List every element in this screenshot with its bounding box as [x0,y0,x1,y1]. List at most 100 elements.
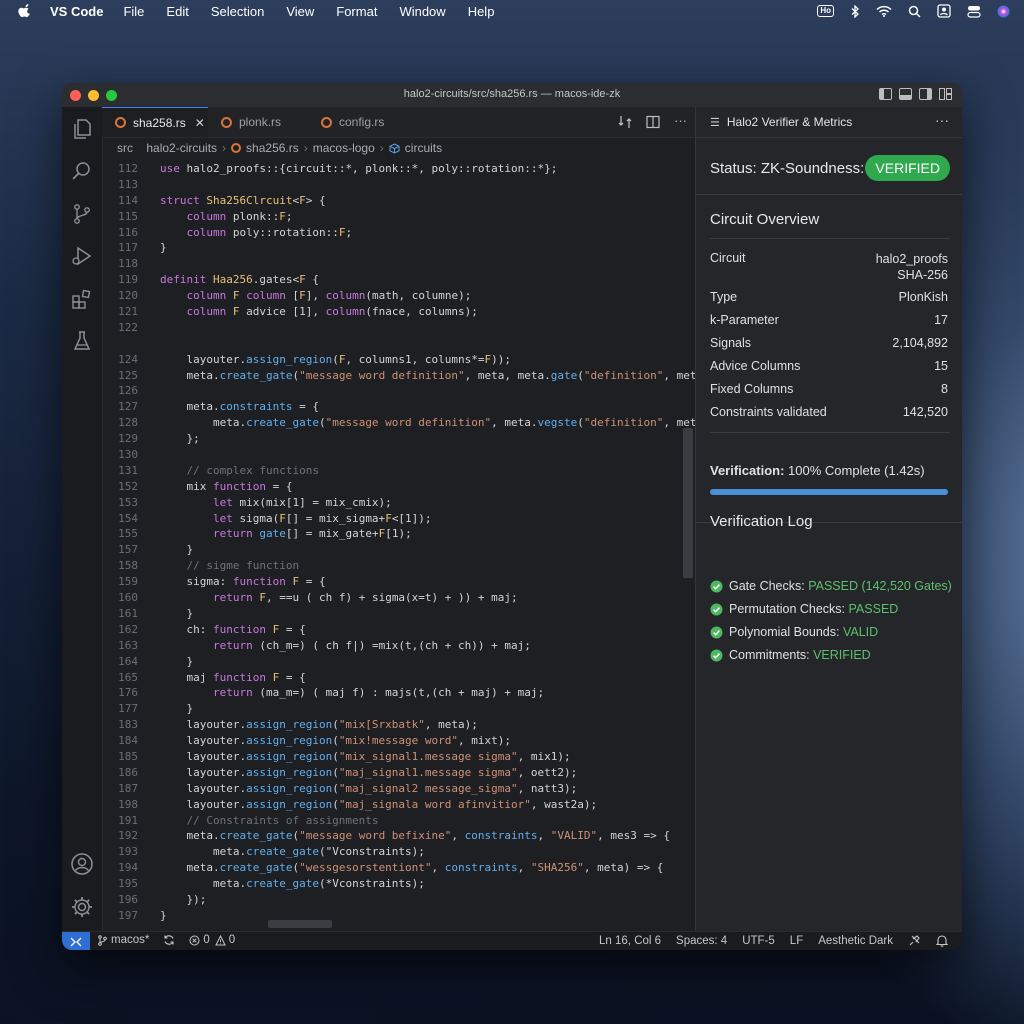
siri-icon[interactable] [997,5,1010,18]
code-line[interactable]: 164 } [102,654,695,670]
editor-horizontal-scrollbar[interactable] [268,920,332,928]
toggle-panel-icon[interactable] [899,88,912,100]
split-editor-icon[interactable] [646,115,660,129]
feedback-icon[interactable] [908,934,921,947]
code-line[interactable]: 177 } [102,701,695,717]
code-line[interactable]: 119 definit Haa256.gates<F { [102,272,695,288]
code-line[interactable]: 186 layouter.assign_region("maj_signal1.… [102,765,695,781]
notifications-bell-icon[interactable] [936,934,948,947]
code-line[interactable]: 187 layouter.assign_region("maj_signal2 … [102,781,695,797]
input-badge[interactable]: Ho [817,5,834,17]
code-line[interactable]: 192 meta.create_gate("message word befix… [102,828,695,844]
code-line[interactable] [102,336,695,352]
tab-sha258[interactable]: sha258.rs ✕ [102,107,208,137]
code-line[interactable]: 191 // Constraints of assignments [102,813,695,829]
code-line[interactable]: 121 column F advice [1], column(fnace, c… [102,304,695,320]
color-theme[interactable]: Aesthetic Dark [818,935,893,947]
menu-app-name[interactable]: VS Code [50,4,103,19]
code-line[interactable]: 113 [102,177,695,193]
menu-selection[interactable]: Selection [211,4,264,19]
testing-flask-icon[interactable] [70,329,94,353]
toggle-secondary-sidebar-icon[interactable] [919,88,932,100]
code-line[interactable]: 122 [102,320,695,336]
code-line[interactable]: 158 // sigme function [102,558,695,574]
code-line[interactable]: 165 maj function F = { [102,670,695,686]
code-line[interactable]: 157 } [102,542,695,558]
tab-plonk[interactable]: plonk.rs [208,107,308,137]
more-actions-icon[interactable]: ··· [674,114,687,129]
compare-changes-icon[interactable] [618,115,632,129]
menu-view[interactable]: View [286,4,314,19]
control-center-icon[interactable] [967,5,981,18]
apple-icon[interactable] [18,4,32,18]
menu-help[interactable]: Help [468,4,495,19]
breadcrumb-item[interactable]: halo2-circuits [146,141,217,155]
code-line[interactable]: 195 meta.create_gate(*Vconstraints); [102,876,695,892]
code-line[interactable]: 129 }; [102,431,695,447]
branch-indicator[interactable]: macos* [98,934,149,946]
panel-more-icon[interactable]: ··· [935,112,949,128]
code-line[interactable]: 120 column F column [F], column(math, co… [102,288,695,304]
code-line[interactable]: 127 meta.constraints = { [102,399,695,415]
explorer-icon[interactable] [70,117,94,141]
cursor-position[interactable]: Ln 16, Col 6 [599,935,661,947]
code-line[interactable]: 155 return gate[] = mix_gate+F[1); [102,526,695,542]
code-line[interactable]: 185 layouter.assign_region("mix_signal1.… [102,749,695,765]
code-line[interactable]: 128 meta.create_gate("message word defin… [102,415,695,431]
source-control-icon[interactable] [70,202,94,226]
code-line[interactable]: 154 let sigma(F[] = mix_sigma+F<[1]); [102,511,695,527]
bluetooth-icon[interactable] [850,4,860,18]
extensions-icon[interactable] [70,287,94,311]
code-line[interactable]: 193 meta.create_gate("Vconstraints); [102,844,695,860]
code-line[interactable]: 176 return (ma_m=) ( maj f) : majs(t,(ch… [102,685,695,701]
code-line[interactable]: 152 mix function = { [102,479,695,495]
breadcrumb-item[interactable]: circuits [405,141,442,155]
code-line[interactable]: 184 layouter.assign_region("mix!message … [102,733,695,749]
code-line[interactable]: 117} [102,240,695,256]
menu-edit[interactable]: Edit [166,4,188,19]
breadcrumb-item[interactable]: macos-logo [313,141,375,155]
menu-window[interactable]: Window [399,4,445,19]
code-line[interactable]: 131 // complex functions [102,463,695,479]
code-line[interactable]: 118 [102,256,695,272]
code-line[interactable]: 115 column plonk::F; [102,209,695,225]
sync-icon[interactable] [163,934,175,946]
code-line[interactable]: 183 layouter.assign_region("mix[Srxbatk"… [102,717,695,733]
code-line[interactable]: 116 column poly::rotation::F; [102,225,695,241]
line-ending[interactable]: LF [790,935,803,947]
code-line[interactable]: 112 use halo2_proofs::{circuit::*, plonk:… [102,161,695,177]
code-line[interactable]: 162 ch: function F = { [102,622,695,638]
menu-format[interactable]: Format [336,4,377,19]
code-line[interactable]: 126 [102,383,695,399]
code-line[interactable]: 163 return (ch_m=) ( ch f|) =mix(t,(ch +… [102,638,695,654]
code-line[interactable]: 114 struct Sha256Clrcuit<F> { [102,193,695,209]
account-icon[interactable] [70,852,94,876]
indentation[interactable]: Spaces: 4 [676,935,727,947]
code-line[interactable]: 153 let mix(mix[1] = mix_cmix); [102,495,695,511]
breadcrumb-item[interactable]: src [117,141,133,155]
menu-file[interactable]: File [123,4,144,19]
code-editor[interactable]: 112 use halo2_proofs::{circuit::*, plonk:… [102,161,695,931]
customize-layout-icon[interactable] [939,88,952,100]
toggle-sidebar-icon[interactable] [879,88,892,100]
run-debug-icon[interactable] [70,244,94,268]
code-line[interactable]: 130 [102,447,695,463]
code-line[interactable]: 196 }); [102,892,695,908]
search-icon[interactable] [908,5,921,18]
code-line[interactable]: 124 layouter.assign_region(F, columns1, … [102,352,695,368]
tab-config[interactable]: config.rs [308,107,408,137]
code-line[interactable]: 194 meta.create_gate("wessgesorstentiont… [102,860,695,876]
code-line[interactable]: 160 return F, ==u ( ch f) + sigma(x=t) +… [102,590,695,606]
code-line[interactable]: 197} [102,908,695,924]
encoding[interactable]: UTF-5 [742,935,775,947]
code-line[interactable]: 198 layouter.assign_region("maj_signala … [102,797,695,813]
code-line[interactable]: 161 } [102,606,695,622]
search-icon[interactable] [70,159,94,183]
editor-vertical-scrollbar[interactable] [683,428,693,578]
close-tab-icon[interactable]: ✕ [195,116,205,130]
breadcrumb-item[interactable]: sha256.rs [246,141,299,155]
problems-indicator[interactable]: 0 0 [189,934,235,946]
settings-gear-icon[interactable] [70,895,94,919]
code-line[interactable]: 125 meta.create_gate("message word defin… [102,368,695,384]
user-switch-icon[interactable] [937,4,951,18]
